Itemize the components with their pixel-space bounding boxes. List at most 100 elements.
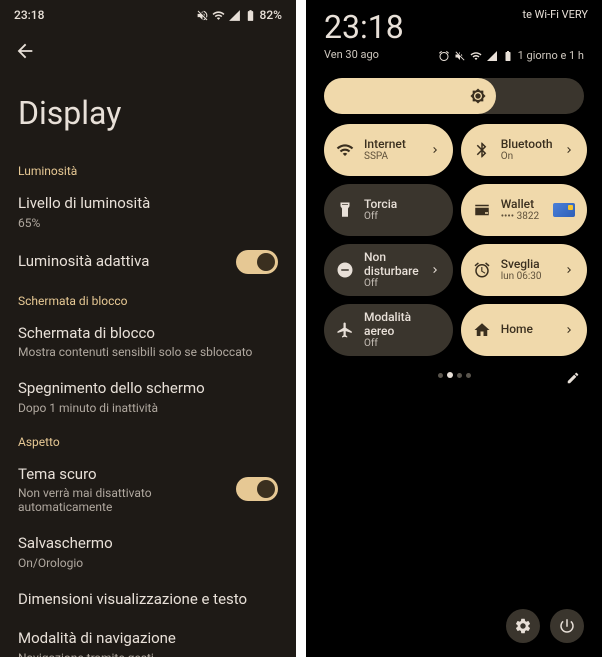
tile-alarm[interactable]: Sveglia lun 06:30 — [461, 244, 587, 296]
chevron-right-icon — [563, 264, 575, 276]
setting-title: Luminosità adattiva — [18, 252, 236, 272]
tile-title: Wallet — [501, 198, 543, 211]
gear-icon — [514, 617, 532, 635]
setting-title: Schermata di blocco — [18, 324, 278, 344]
status-time: 23:18 — [14, 8, 44, 22]
section-brightness: Luminosità — [0, 154, 296, 184]
tile-dnd[interactable]: Non disturbare Off — [324, 244, 453, 296]
signal-icon — [228, 9, 241, 22]
setting-sub: On/Orologio — [18, 556, 278, 570]
setting-sub: Navigazione tramite gesti — [18, 651, 278, 657]
qs-date: Ven 30 ago — [324, 48, 379, 61]
settings-screen: 23:18 82% Display Luminosità Livello di … — [0, 0, 296, 657]
tile-internet[interactable]: Internet SSPA — [324, 124, 453, 176]
bluetooth-icon — [473, 141, 491, 159]
tile-title: Sveglia — [501, 258, 553, 271]
dot — [438, 373, 443, 378]
tile-home[interactable]: Home — [461, 304, 587, 356]
battery-icon — [244, 9, 257, 22]
quick-settings-screen: te Wi-Fi VERY 23:18 Ven 30 ago 1 giorno … — [306, 0, 602, 657]
tile-sub: Off — [364, 278, 419, 289]
mute-icon — [196, 9, 209, 22]
brightness-slider[interactable] — [324, 78, 584, 114]
brightness-icon — [470, 88, 486, 104]
tile-sub: lun 06:30 — [501, 271, 553, 282]
qs-status-icons: 1 giorno e 1 h — [438, 49, 584, 62]
bottom-buttons — [506, 609, 584, 643]
tile-sub: Off — [364, 211, 441, 222]
tile-title: Bluetooth — [501, 138, 553, 151]
chevron-right-icon — [429, 144, 441, 156]
page-title: Display — [0, 66, 296, 154]
chevron-right-icon — [429, 264, 441, 276]
tile-flashlight[interactable]: Torcia Off — [324, 184, 453, 236]
dot — [466, 373, 471, 378]
dot — [457, 373, 462, 378]
wifi-icon — [336, 141, 354, 159]
setting-lockscreen[interactable]: Schermata di blocco Mostra contenuti sen… — [0, 314, 296, 370]
back-button[interactable] — [0, 24, 296, 66]
status-bar: 23:18 82% — [0, 0, 296, 24]
setting-sub: 65% — [18, 216, 278, 230]
carrier-label: te Wi-Fi VERY — [522, 8, 588, 21]
tile-sub: Off — [364, 338, 441, 349]
tile-airplane[interactable]: Modalità aereo Off — [324, 304, 453, 356]
setting-adaptive-brightness[interactable]: Luminosità adattiva — [0, 240, 296, 284]
settings-button[interactable] — [506, 609, 540, 643]
battery-info: 1 giorno e 1 h — [518, 49, 584, 62]
setting-title: Modalità di navigazione — [18, 629, 278, 649]
setting-title: Tema scuro — [18, 465, 236, 485]
setting-brightness-level[interactable]: Livello di luminosità 65% — [0, 184, 296, 240]
tile-wallet[interactable]: Wallet •••• 3822 — [461, 184, 587, 236]
battery-icon — [502, 50, 514, 62]
alarm-icon — [438, 50, 450, 62]
setting-display-size[interactable]: Dimensioni visualizzazione e testo — [0, 580, 296, 620]
battery-text: 82% — [260, 8, 282, 22]
toggle-adaptive-brightness[interactable] — [236, 250, 278, 274]
setting-title: Livello di luminosità — [18, 194, 278, 214]
setting-title: Dimensioni visualizzazione e testo — [18, 590, 278, 610]
pencil-icon — [566, 371, 580, 385]
home-icon — [473, 321, 491, 339]
wifi-icon — [470, 50, 482, 62]
status-icons: 82% — [196, 8, 282, 22]
tile-sub: On — [501, 151, 553, 162]
setting-nav-mode[interactable]: Modalità di navigazione Navigazione tram… — [0, 619, 296, 657]
setting-title: Salvaschermo — [18, 534, 278, 554]
section-appearance: Aspetto — [0, 425, 296, 455]
tile-sub: •••• 3822 — [501, 211, 543, 222]
tile-title: Torcia — [364, 198, 441, 211]
wallet-icon — [473, 201, 491, 219]
setting-sub: Non verrà mai disattivato automaticament… — [18, 486, 236, 514]
toggle-dark-theme[interactable] — [236, 477, 278, 501]
tile-sub: SSPA — [364, 151, 419, 162]
dot-active — [447, 372, 453, 378]
setting-dark-theme[interactable]: Tema scuro Non verrà mai disattivato aut… — [0, 455, 296, 525]
tile-title: Home — [501, 323, 553, 336]
edit-tiles-button[interactable] — [566, 370, 580, 389]
alarm-icon — [473, 261, 491, 279]
section-lockscreen: Schermata di blocco — [0, 284, 296, 314]
tile-title: Modalità aereo — [364, 311, 441, 337]
qs-tiles: Internet SSPA Bluetooth On Torcia Off Wa… — [306, 124, 602, 356]
dnd-icon — [336, 261, 354, 279]
chevron-right-icon — [563, 324, 575, 336]
setting-sub: Dopo 1 minuto di inattività — [18, 401, 278, 415]
mute-icon — [454, 50, 466, 62]
setting-sub: Mostra contenuti sensibili solo se sbloc… — [18, 345, 278, 359]
page-indicator — [306, 372, 602, 378]
tile-title: Non disturbare — [364, 251, 419, 277]
airplane-icon — [336, 321, 354, 339]
signal-icon — [486, 50, 498, 62]
setting-screensaver[interactable]: Salvaschermo On/Orologio — [0, 524, 296, 580]
setting-screen-timeout[interactable]: Spegnimento dello schermo Dopo 1 minuto … — [0, 369, 296, 425]
tile-bluetooth[interactable]: Bluetooth On — [461, 124, 587, 176]
setting-title: Spegnimento dello schermo — [18, 379, 278, 399]
chevron-right-icon — [563, 144, 575, 156]
power-button[interactable] — [550, 609, 584, 643]
tile-title: Internet — [364, 138, 419, 151]
power-icon — [558, 617, 576, 635]
flashlight-icon — [336, 201, 354, 219]
card-thumbnail — [553, 203, 575, 217]
wifi-icon — [212, 9, 225, 22]
